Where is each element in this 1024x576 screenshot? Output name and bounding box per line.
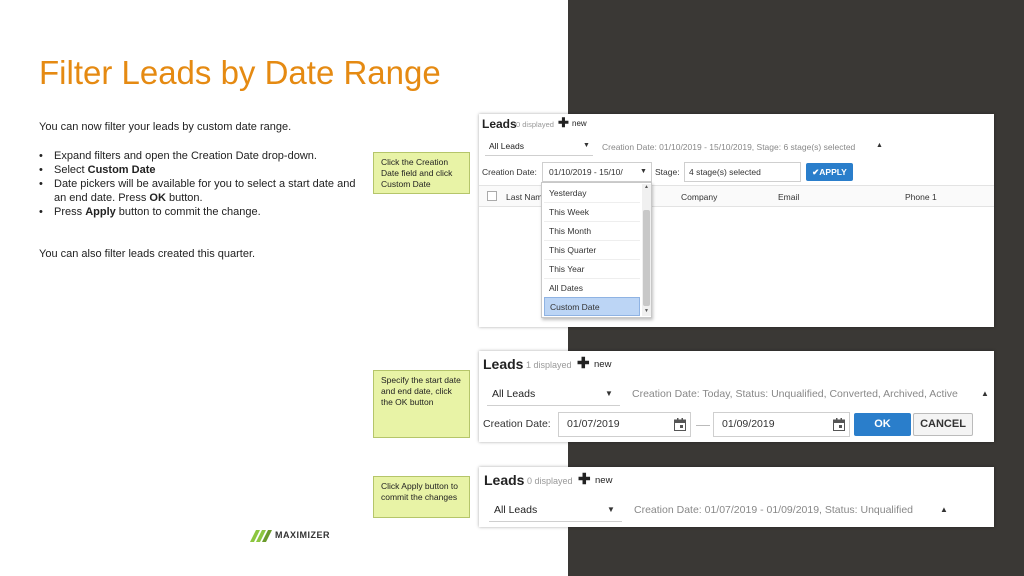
column-header-company[interactable]: Company — [681, 192, 717, 202]
dropdown-item-custom-date[interactable]: Custom Date — [544, 297, 640, 316]
view-select[interactable]: All Leads ▼ — [489, 500, 622, 522]
callout-step-2: Specify the start date and end date, cli… — [373, 370, 470, 438]
screenshot-creation-date-dropdown: Leads 0 displayed ✚ new All Leads ▼ Crea… — [479, 114, 994, 327]
slide-title: Filter Leads by Date Range — [39, 54, 441, 91]
instruction-item: Press Apply button to commit the change. — [39, 205, 364, 219]
view-select-value: All Leads — [489, 141, 524, 151]
stage-label: Stage: — [655, 167, 680, 177]
maximizer-logo: MAXIMIZER — [250, 528, 330, 542]
scroll-down-icon[interactable]: ▼ — [644, 308, 649, 314]
displayed-count: 0 displayed — [516, 120, 554, 129]
screenshot-applied-filter: Leads 0 displayed ✚ new All Leads ▼ Crea… — [479, 467, 994, 527]
plus-icon[interactable]: ✚ — [558, 115, 569, 131]
callout-step-3: Click Apply button to commit the changes — [373, 476, 470, 518]
creation-date-value: 01/10/2019 - 15/10/ — [549, 167, 623, 177]
column-header-phone[interactable]: Phone 1 — [905, 192, 937, 202]
instruction-list: Expand filters and open the Creation Dat… — [39, 149, 364, 219]
dropdown-scrollbar[interactable]: ▲ ▼ — [642, 184, 651, 316]
caret-down-icon: ▼ — [640, 168, 647, 175]
screenshot-custom-date-pickers: Leads 1 displayed ✚ new All Leads ▼ Crea… — [479, 351, 994, 442]
column-header-last-name[interactable]: Last Nam — [506, 192, 542, 202]
ok-button[interactable]: OK — [854, 413, 911, 436]
view-select-value: All Leads — [494, 504, 538, 516]
creation-date-label: Creation Date: — [482, 167, 537, 177]
dropdown-item-this-month[interactable]: This Month — [544, 222, 640, 241]
caret-down-icon: ▼ — [583, 142, 590, 149]
leads-heading: Leads — [483, 356, 524, 372]
quarter-note: You can also filter leads created this q… — [39, 248, 256, 260]
caret-up-icon[interactable]: ▲ — [876, 142, 883, 149]
creation-date-label: Creation Date: — [483, 418, 551, 430]
caret-down-icon: ▼ — [607, 505, 615, 514]
dropdown-item-yesterday[interactable]: Yesterday — [544, 184, 640, 203]
filter-summary: Creation Date: Today, Status: Unqualifie… — [632, 388, 958, 400]
start-date-field[interactable]: 01/07/2019 — [558, 412, 691, 437]
view-select[interactable]: All Leads ▼ — [485, 138, 593, 156]
leads-heading: Leads — [484, 472, 525, 488]
plus-icon[interactable]: ✚ — [577, 354, 590, 372]
scroll-up-icon[interactable]: ▲ — [644, 184, 649, 190]
filter-summary: Creation Date: 01/07/2019 - 01/09/2019, … — [634, 504, 914, 516]
checkbox-icon[interactable] — [487, 191, 497, 201]
scrollbar-thumb[interactable] — [643, 210, 650, 306]
calendar-icon[interactable] — [674, 418, 686, 431]
logo-text: MAXIMIZER — [275, 530, 330, 540]
caret-down-icon: ▼ — [605, 389, 613, 398]
displayed-count: 1 displayed — [526, 360, 572, 370]
column-header-email[interactable]: Email — [778, 192, 799, 202]
new-lead-link[interactable]: new — [594, 359, 611, 370]
apply-button-label: APPLY — [819, 167, 847, 177]
end-date-value: 01/09/2019 — [722, 418, 775, 430]
caret-up-icon[interactable]: ▲ — [940, 505, 948, 514]
dropdown-item-all-dates[interactable]: All Dates — [544, 279, 640, 298]
instruction-item: Expand filters and open the Creation Dat… — [39, 149, 364, 163]
date-range-dropdown: Yesterday This Week This Month This Quar… — [541, 182, 652, 318]
new-lead-link[interactable]: new — [595, 475, 612, 486]
instruction-item: Select Custom Date — [39, 163, 364, 177]
leads-heading: Leads — [482, 117, 517, 131]
creation-date-field[interactable]: 01/10/2019 - 15/10/ ▼ — [542, 162, 652, 182]
cancel-button[interactable]: CANCEL — [913, 413, 973, 436]
dropdown-item-this-quarter[interactable]: This Quarter — [544, 241, 640, 260]
end-date-field[interactable]: 01/09/2019 — [713, 412, 850, 437]
view-select-value: All Leads — [492, 388, 536, 400]
start-date-value: 01/07/2019 — [567, 418, 620, 430]
date-range-separator — [696, 425, 710, 426]
new-lead-link[interactable]: new — [572, 119, 587, 128]
caret-up-icon[interactable]: ▲ — [981, 389, 989, 398]
stage-field[interactable]: 4 stage(s) selected — [684, 162, 801, 182]
displayed-count: 0 displayed — [527, 476, 573, 486]
apply-button[interactable]: ✔APPLY — [806, 163, 853, 181]
dropdown-item-this-week[interactable]: This Week — [544, 203, 640, 222]
dropdown-item-this-year[interactable]: This Year — [544, 260, 640, 279]
maximizer-logo-icon — [250, 530, 272, 542]
view-select[interactable]: All Leads ▼ — [487, 384, 620, 406]
instruction-item: Date pickers will be available for you t… — [39, 177, 364, 205]
calendar-icon[interactable] — [833, 418, 845, 431]
filter-summary: Creation Date: 01/10/2019 - 15/10/2019, … — [602, 142, 856, 152]
plus-icon[interactable]: ✚ — [578, 470, 591, 488]
callout-step-1: Click the Creation Date field and click … — [373, 152, 470, 194]
intro-text: You can now filter your leads by custom … — [39, 121, 292, 133]
